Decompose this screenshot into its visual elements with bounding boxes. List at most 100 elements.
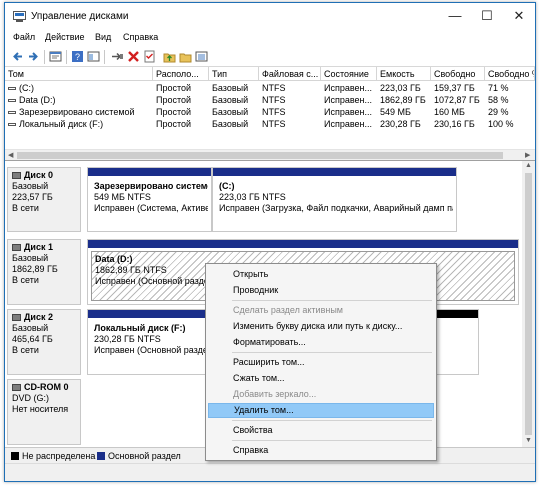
column-header-free-space[interactable]: Свободно bbox=[431, 67, 485, 81]
menu-file[interactable]: Файл bbox=[13, 32, 35, 42]
folder-up-icon[interactable] bbox=[163, 50, 176, 63]
menu-action[interactable]: Действие bbox=[45, 32, 85, 42]
back-icon[interactable] bbox=[11, 50, 24, 63]
column-header-layout[interactable]: Располо... bbox=[153, 67, 209, 81]
menu-item-help[interactable]: Справка bbox=[208, 443, 434, 458]
scroll-up-icon[interactable]: ▲ bbox=[525, 162, 532, 169]
table-cell: Исправен... bbox=[324, 83, 373, 93]
table-cell: Простой bbox=[156, 95, 192, 105]
partition-info: (C:) 223,03 ГБ NTFS Исправен (Загрузка, … bbox=[219, 181, 453, 213]
disk-management-window: Управление дисками — ☐ ✕ Файл Действие В… bbox=[4, 2, 536, 482]
menu-item-shrink-volume[interactable]: Сжать том... bbox=[208, 371, 434, 386]
volume-name-cell: (C:) bbox=[5, 82, 153, 94]
table-cell: NTFS bbox=[262, 83, 286, 93]
partition-system-reserved[interactable]: Зарезервировано системой 549 МБ NTFS Исп… bbox=[87, 167, 212, 232]
menu-separator bbox=[232, 420, 432, 421]
scroll-left-icon[interactable]: ◀ bbox=[8, 150, 13, 161]
table-row[interactable]: (C:) Простой Базовый NTFS Исправен... 22… bbox=[5, 82, 535, 94]
disk-icon bbox=[12, 172, 21, 179]
legend-swatch-unallocated bbox=[11, 452, 19, 460]
maximize-button[interactable]: ☐ bbox=[473, 7, 501, 25]
window-title: Управление дисками bbox=[31, 11, 129, 22]
table-cell: 71 % bbox=[488, 83, 509, 93]
table-cell: 100 % bbox=[488, 119, 514, 129]
table-cell: 1072,87 ГБ bbox=[434, 95, 480, 105]
volume-name-cell: Зарезервировано системой bbox=[5, 106, 153, 118]
column-header-capacity[interactable]: Емкость bbox=[377, 67, 431, 81]
menu-view[interactable]: Вид bbox=[95, 32, 111, 42]
menu-help[interactable]: Справка bbox=[123, 32, 158, 42]
table-cell: Базовый bbox=[212, 107, 249, 117]
help-icon[interactable]: ? bbox=[71, 50, 84, 63]
svg-text:?: ? bbox=[75, 52, 80, 62]
menu-item-extend-volume[interactable]: Расширить том... bbox=[208, 355, 434, 370]
partition-c[interactable]: (C:) 223,03 ГБ NTFS Исправен (Загрузка, … bbox=[212, 167, 457, 232]
drive-icon bbox=[8, 123, 16, 126]
minimize-button[interactable]: — bbox=[441, 7, 469, 25]
primary-partition-bar bbox=[88, 168, 211, 176]
table-cell: 160 МБ bbox=[434, 107, 465, 117]
volume-list: Том Располо... Тип Файловая с... Состоян… bbox=[5, 67, 535, 161]
horizontal-scrollbar[interactable]: ◀ ▶ bbox=[5, 149, 535, 160]
toolbar-separator bbox=[44, 50, 45, 64]
table-cell: 230,16 ГБ bbox=[434, 119, 475, 129]
table-cell: Простой bbox=[156, 83, 192, 93]
primary-partition-bar bbox=[88, 240, 518, 248]
connect-icon[interactable] bbox=[111, 50, 124, 63]
disk-label[interactable]: Диск 0 Базовый 223,57 ГБ В сети bbox=[7, 167, 81, 232]
disk-label[interactable]: Диск 1 Базовый 1862,89 ГБ В сети bbox=[7, 239, 81, 305]
menu-item-format[interactable]: Форматировать... bbox=[208, 335, 434, 350]
checklist-icon[interactable] bbox=[143, 50, 156, 63]
properties-icon[interactable] bbox=[49, 50, 62, 63]
title-bar[interactable]: Управление дисками — ☐ ✕ bbox=[5, 3, 535, 31]
toolbar-separator bbox=[66, 50, 67, 64]
menu-item-mark-active[interactable]: Сделать раздел активным bbox=[208, 303, 434, 318]
toolbar: ? bbox=[5, 47, 535, 67]
table-row[interactable]: Локальный диск (F:) Простой Базовый NTFS… bbox=[5, 118, 535, 130]
disk-label[interactable]: Диск 2 Базовый 465,64 ГБ В сети bbox=[7, 309, 81, 375]
table-cell: Исправен... bbox=[324, 107, 373, 117]
scrollbar-thumb[interactable] bbox=[525, 173, 532, 435]
scroll-down-icon[interactable]: ▼ bbox=[525, 437, 532, 444]
volume-name-cell: Локальный диск (F:) bbox=[5, 118, 153, 130]
table-row[interactable]: Зарезервировано системой Простой Базовый… bbox=[5, 106, 535, 118]
menu-item-properties[interactable]: Свойства bbox=[208, 423, 434, 438]
legend-swatch-primary bbox=[97, 452, 105, 460]
menu-separator bbox=[232, 300, 432, 301]
column-header-status[interactable]: Состояние bbox=[321, 67, 377, 81]
disk-icon bbox=[12, 244, 21, 251]
delete-icon[interactable] bbox=[127, 50, 140, 63]
status-bar bbox=[5, 463, 535, 481]
table-cell: Базовый bbox=[212, 95, 249, 105]
table-cell: 223,03 ГБ bbox=[380, 83, 421, 93]
menu-item-change-drive-letter[interactable]: Изменить букву диска или путь к диску... bbox=[208, 319, 434, 334]
column-header-type[interactable]: Тип bbox=[209, 67, 259, 81]
column-header-volume[interactable]: Том bbox=[5, 67, 153, 81]
disk-label[interactable]: CD-ROM 0 DVD (G:) Нет носителя bbox=[7, 379, 81, 445]
toolbar-separator bbox=[104, 50, 105, 64]
scrollbar-thumb[interactable] bbox=[17, 152, 503, 159]
table-row[interactable]: Data (D:) Простой Базовый NTFS Исправен.… bbox=[5, 94, 535, 106]
close-button[interactable]: ✕ bbox=[505, 7, 533, 25]
table-cell: Базовый bbox=[212, 83, 249, 93]
drive-icon bbox=[8, 99, 16, 102]
menu-item-add-mirror[interactable]: Добавить зеркало... bbox=[208, 387, 434, 402]
menu-item-explorer[interactable]: Проводник bbox=[208, 283, 434, 298]
view-icon[interactable] bbox=[195, 50, 208, 63]
menu-item-delete-volume[interactable]: Удалить том... bbox=[208, 403, 434, 418]
scroll-right-icon[interactable]: ▶ bbox=[525, 150, 530, 161]
console-icon[interactable] bbox=[87, 50, 100, 63]
forward-icon[interactable] bbox=[27, 50, 40, 63]
column-header-free-percent[interactable]: Свободно % bbox=[485, 67, 535, 81]
drive-icon bbox=[8, 111, 16, 114]
folder-icon[interactable] bbox=[179, 50, 192, 63]
disk-icon bbox=[12, 314, 21, 321]
primary-partition-bar bbox=[213, 168, 456, 176]
vertical-scrollbar[interactable]: ▲ ▼ bbox=[522, 161, 535, 447]
menu-item-open[interactable]: Открыть bbox=[208, 267, 434, 282]
disk-row-0: Диск 0 Базовый 223,57 ГБ В сети Зарезерв… bbox=[7, 167, 519, 232]
column-header-filesystem[interactable]: Файловая с... bbox=[259, 67, 321, 81]
table-cell: Исправен... bbox=[324, 119, 373, 129]
volume-name-cell: Data (D:) bbox=[5, 94, 153, 106]
table-cell: Базовый bbox=[212, 119, 249, 129]
